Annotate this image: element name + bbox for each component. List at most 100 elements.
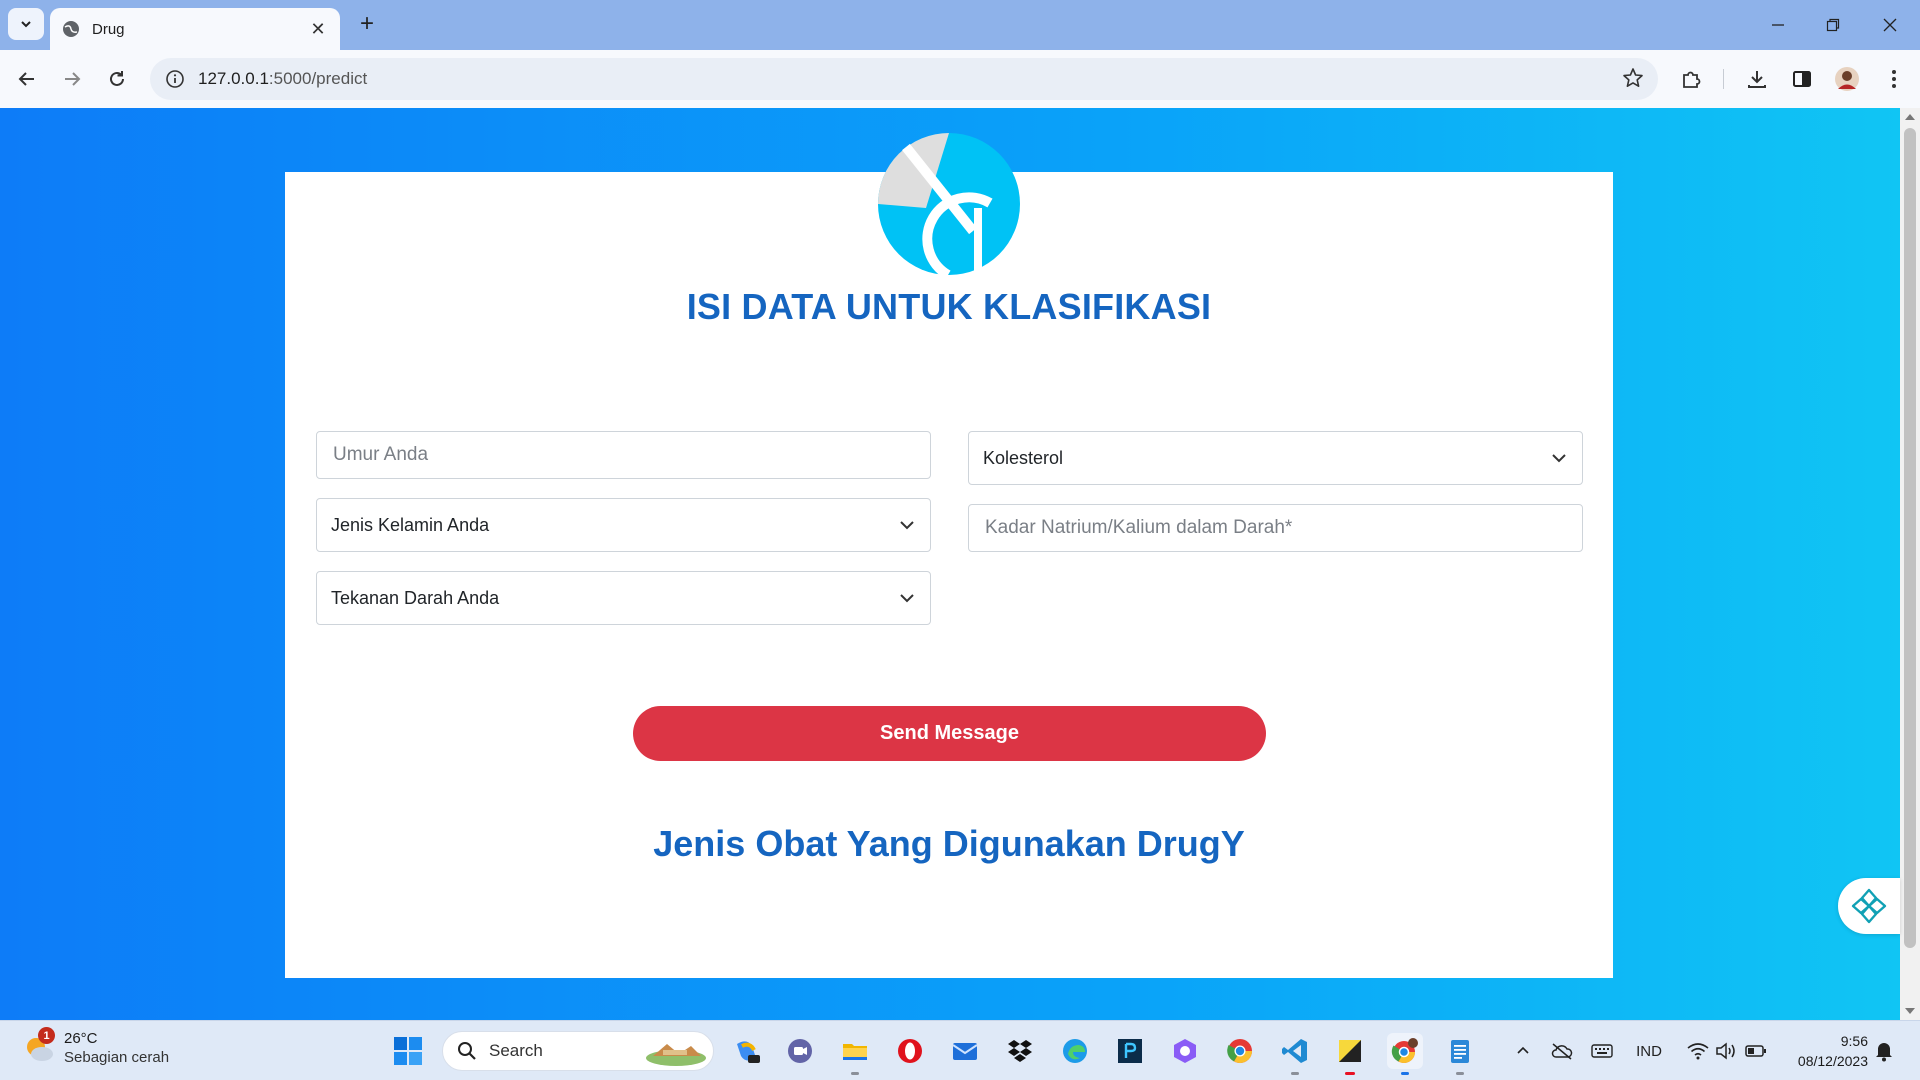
running-indicator: [1401, 1072, 1409, 1075]
battery-tray-icon[interactable]: [1742, 1039, 1770, 1063]
site-logo: [878, 133, 1020, 275]
volume-tray-icon[interactable]: [1712, 1039, 1740, 1063]
sex-select[interactable]: Jenis Kelamin Anda: [316, 498, 931, 552]
weather-badge: 1: [38, 1027, 55, 1044]
teams-app[interactable]: [782, 1033, 818, 1069]
sticky-notes-app[interactable]: [1332, 1033, 1368, 1075]
assistant-widget-button[interactable]: [1838, 878, 1900, 934]
chrome-profile-app[interactable]: [1387, 1033, 1423, 1075]
close-tab-icon[interactable]: ✕: [308, 19, 328, 40]
assistant-flower-icon: [1851, 888, 1887, 924]
system-clock[interactable]: 9:56 08/12/2023: [1786, 1031, 1868, 1071]
prediction-result: Jenis Obat Yang Digunakan DrugY: [653, 823, 1245, 864]
more-vertical-icon: [1892, 70, 1896, 88]
folder-icon: [843, 1044, 867, 1060]
clock-date: 08/12/2023: [1797, 1053, 1868, 1069]
forward-button[interactable]: [55, 62, 89, 96]
edge-app[interactable]: [1057, 1033, 1093, 1069]
bell-icon: [1876, 1043, 1892, 1062]
site-info-icon[interactable]: [162, 66, 188, 92]
chrome-app[interactable]: [1222, 1033, 1258, 1069]
copilot-app[interactable]: [729, 1033, 765, 1069]
copilot-icon: [737, 1041, 760, 1063]
windows-taskbar: 1 26°C Sebagian cerah Search IND 9:56 08…: [0, 1020, 1920, 1080]
ide-app[interactable]: [1112, 1033, 1148, 1069]
keyboard-tray-icon[interactable]: [1588, 1039, 1616, 1063]
speaker-icon: [1716, 1042, 1735, 1060]
sticky-note-icon: [1339, 1040, 1361, 1062]
onedrive-tray-icon[interactable]: [1548, 1039, 1576, 1063]
running-indicator: [1345, 1072, 1355, 1075]
weather-sun-cloud-icon: 1: [22, 1027, 56, 1065]
clock-time: 9:56: [1840, 1033, 1868, 1049]
bookmark-star-icon[interactable]: [1622, 67, 1644, 94]
close-window-button[interactable]: [1870, 10, 1910, 40]
mail-icon: [952, 1043, 978, 1060]
arrow-right-icon: [65, 72, 81, 86]
mail-app[interactable]: [947, 1033, 983, 1069]
search-label: Search: [489, 1041, 543, 1060]
running-indicator: [1291, 1072, 1299, 1075]
send-message-button[interactable]: Send Message: [633, 706, 1266, 761]
browser-toolbar: 127.0.0.1:5000/predict: [0, 50, 1920, 108]
url-host: 127.0.0.1: [198, 69, 269, 88]
restore-button[interactable]: [1813, 10, 1853, 40]
blood-pressure-select-value: Tekanan Darah Anda: [331, 587, 500, 608]
show-hidden-icons-button[interactable]: [1512, 1039, 1534, 1063]
scroll-up-arrow[interactable]: [1905, 114, 1915, 120]
notifications-button[interactable]: [1874, 1040, 1894, 1067]
chrome-icon: [1227, 1039, 1252, 1064]
notepad-app[interactable]: [1442, 1033, 1478, 1075]
arrow-left-icon: [18, 72, 34, 86]
scroll-down-arrow[interactable]: [1905, 1008, 1915, 1014]
chevron-down-icon: [900, 594, 914, 603]
cholesterol-select-value: Kolesterol: [983, 447, 1064, 468]
url-path: :5000/predict: [268, 69, 368, 88]
extensions-button[interactable]: [1677, 65, 1705, 93]
minimize-icon: [1772, 24, 1784, 26]
battery-icon: [1745, 1045, 1766, 1057]
age-input[interactable]: Umur Anda: [316, 431, 931, 479]
minimize-button[interactable]: [1758, 10, 1798, 40]
download-icon: [1748, 71, 1766, 88]
new-tab-button[interactable]: +: [352, 10, 382, 40]
cholesterol-select[interactable]: Kolesterol: [968, 431, 1583, 485]
reload-button[interactable]: [100, 62, 134, 96]
video-chat-icon: [788, 1039, 812, 1063]
cloud-off-icon: [1551, 1043, 1573, 1060]
taskbar-search[interactable]: Search: [442, 1031, 714, 1071]
opera-app[interactable]: [892, 1033, 928, 1069]
running-indicator: [1456, 1072, 1464, 1075]
profile-avatar[interactable]: [1833, 65, 1861, 93]
weather-widget[interactable]: 1 26°C Sebagian cerah: [22, 1027, 170, 1067]
back-button[interactable]: [10, 62, 44, 96]
browser-tab-active[interactable]: Drug ✕: [50, 8, 340, 50]
tab-title: Drug: [92, 20, 125, 38]
keyboard-icon: [1591, 1044, 1613, 1058]
reload-icon: [110, 71, 124, 86]
weather-condition: Sebagian cerah: [64, 1049, 170, 1066]
na-to-k-placeholder: Kadar Natrium/Kalium dalam Darah*: [985, 517, 1293, 538]
tab-search-button[interactable]: [8, 8, 44, 40]
dropbox-icon: [1008, 1040, 1032, 1062]
copilot-purple-app[interactable]: [1167, 1033, 1203, 1069]
dropbox-app[interactable]: [1002, 1033, 1038, 1069]
start-button[interactable]: [392, 1035, 424, 1067]
page-scrollbar[interactable]: [1900, 108, 1920, 1020]
language-indicator[interactable]: IND: [1626, 1039, 1672, 1063]
address-bar[interactable]: 127.0.0.1:5000/predict: [150, 58, 1658, 100]
scrollbar-thumb[interactable]: [1904, 128, 1916, 948]
wifi-tray-icon[interactable]: [1684, 1039, 1712, 1063]
menu-button[interactable]: [1880, 65, 1908, 93]
file-explorer-app[interactable]: [837, 1033, 873, 1075]
downloads-button[interactable]: [1743, 65, 1771, 93]
notepad-icon: [1451, 1040, 1469, 1063]
code-editor-icon: [1118, 1039, 1142, 1063]
sex-select-value: Jenis Kelamin Anda: [331, 514, 490, 535]
side-panel-button[interactable]: [1788, 65, 1816, 93]
edge-icon: [1063, 1039, 1087, 1063]
blood-pressure-select[interactable]: Tekanan Darah Anda: [316, 571, 931, 625]
na-to-k-input[interactable]: Kadar Natrium/Kalium dalam Darah*: [968, 504, 1583, 552]
chevron-down-icon: [21, 21, 31, 28]
vscode-app[interactable]: [1277, 1033, 1313, 1075]
